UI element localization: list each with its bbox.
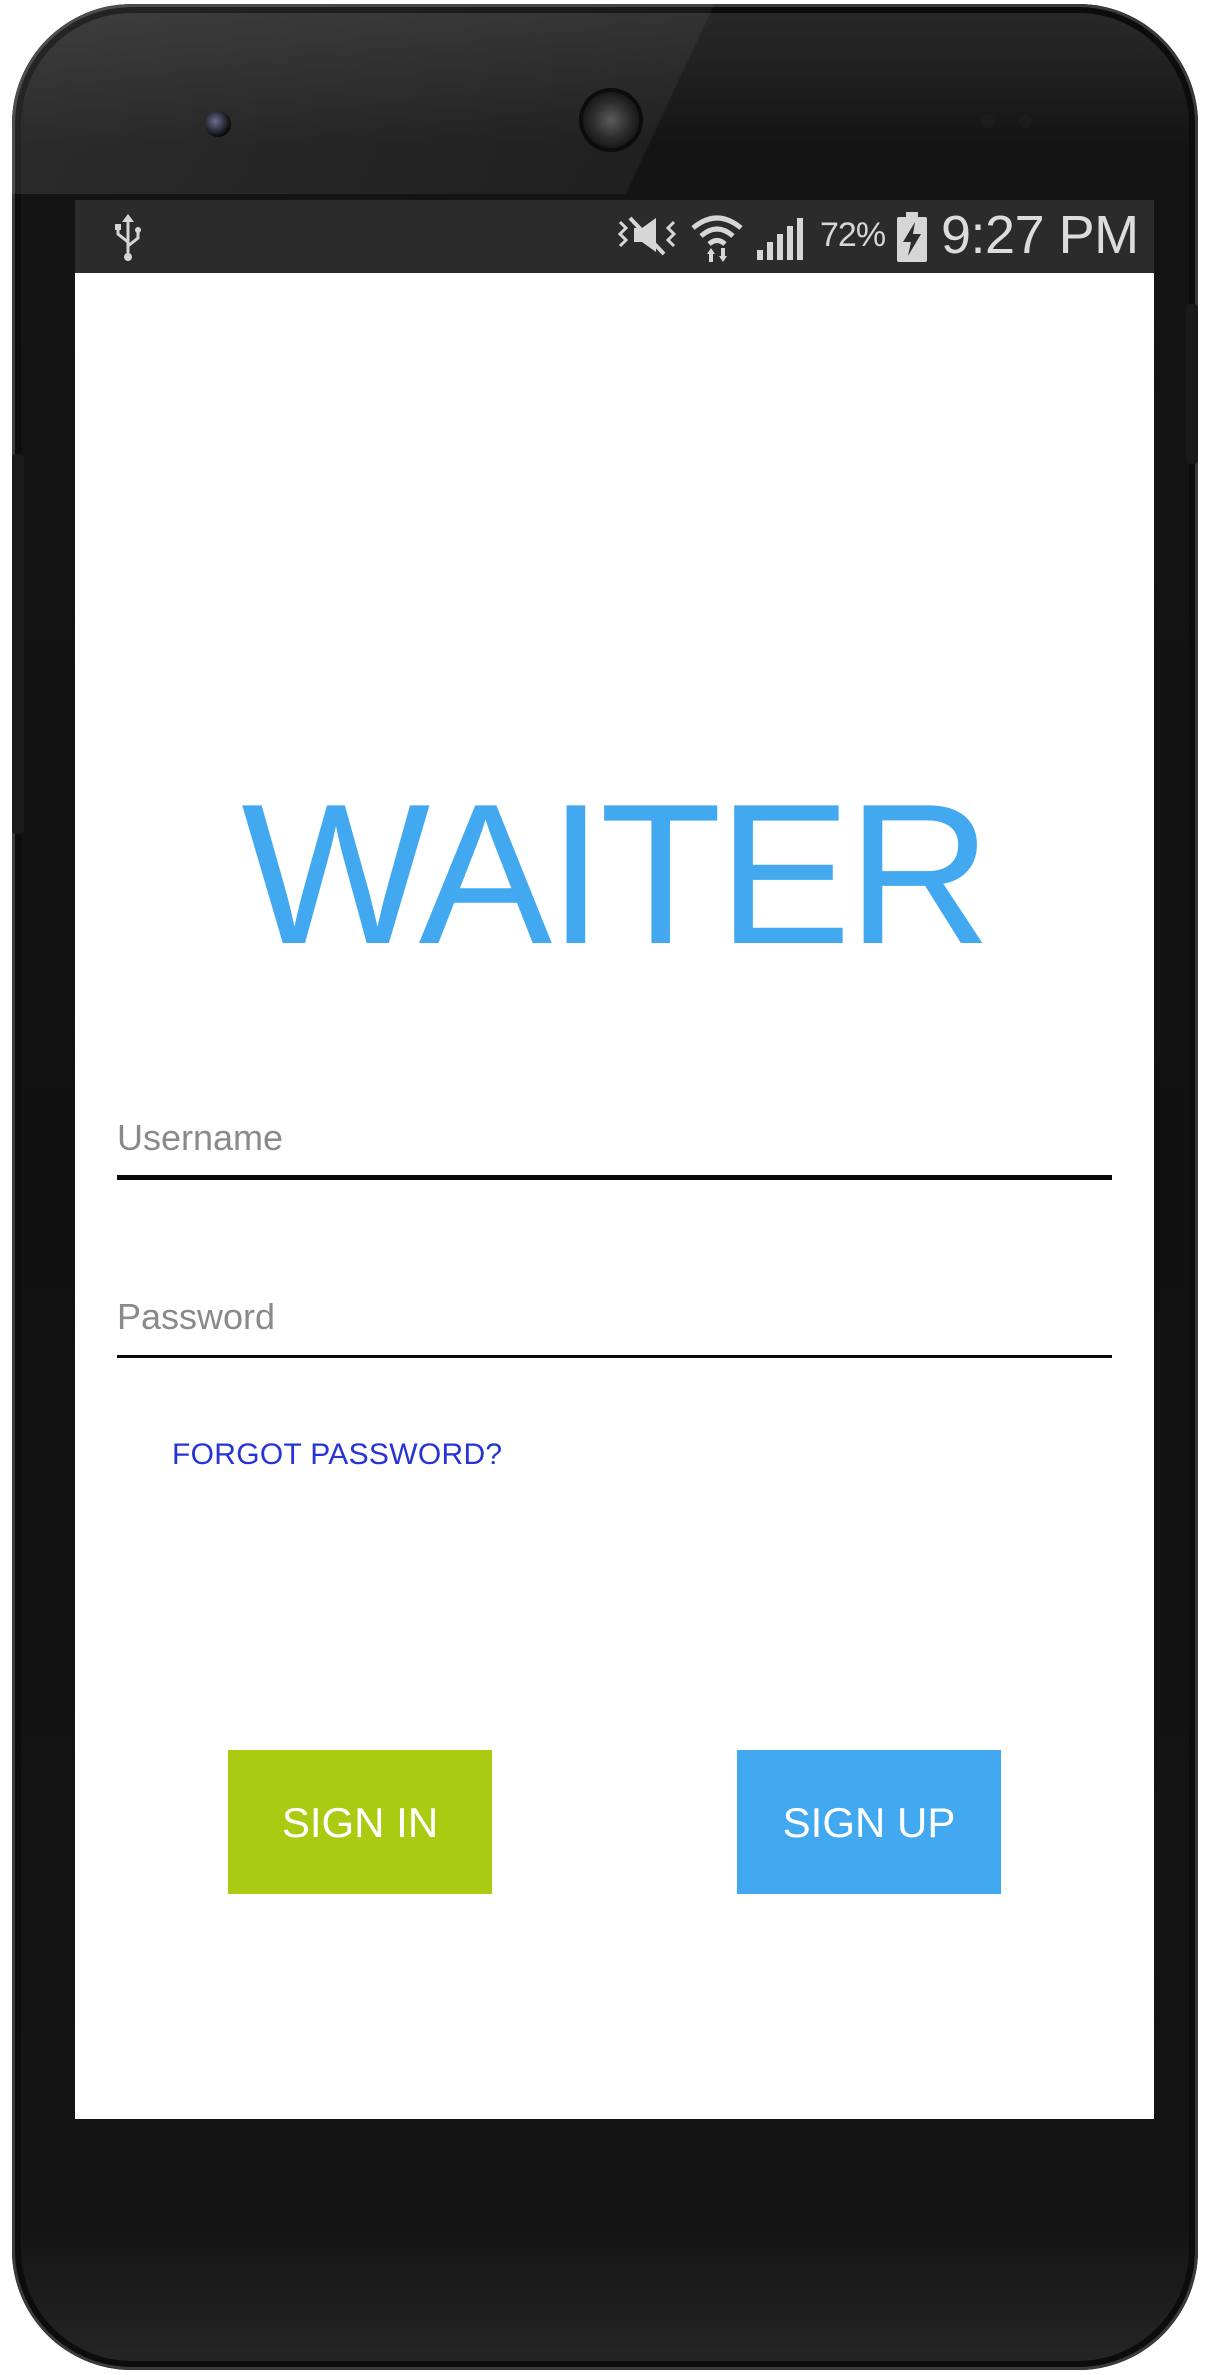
sign-in-button[interactable]: SIGN IN: [228, 1750, 492, 1894]
forgot-password-link[interactable]: FORGOT PASSWORD?: [172, 1438, 502, 1472]
wifi-icon: [691, 215, 743, 262]
front-camera: [205, 111, 231, 137]
screen: 72% 9:27 PM WAITER FORGOT PASSWORD? SIGN…: [75, 200, 1154, 2119]
battery-charging-icon: [897, 212, 927, 262]
password-field[interactable]: [117, 1278, 1112, 1358]
username-field[interactable]: [117, 1100, 1112, 1180]
phone-frame: 72% 9:27 PM WAITER FORGOT PASSWORD? SIGN…: [12, 4, 1198, 2370]
mute-icon: [617, 216, 677, 256]
earpiece-speaker: [583, 92, 639, 148]
proximity-sensor: [980, 114, 994, 128]
signal-icon: [757, 218, 803, 260]
usb-icon: [115, 214, 141, 261]
status-clock: 9:27 PM: [941, 205, 1139, 265]
battery-percent: 72%: [820, 216, 886, 254]
light-sensor: [1018, 114, 1032, 128]
status-bar: 72% 9:27 PM: [75, 200, 1154, 273]
sign-up-button[interactable]: SIGN UP: [737, 1750, 1001, 1894]
password-input[interactable]: [117, 1278, 1112, 1355]
power-key: [1186, 304, 1198, 464]
app-title: WAITER: [241, 763, 991, 986]
username-input[interactable]: [117, 1100, 1112, 1175]
volume-key: [12, 454, 24, 834]
